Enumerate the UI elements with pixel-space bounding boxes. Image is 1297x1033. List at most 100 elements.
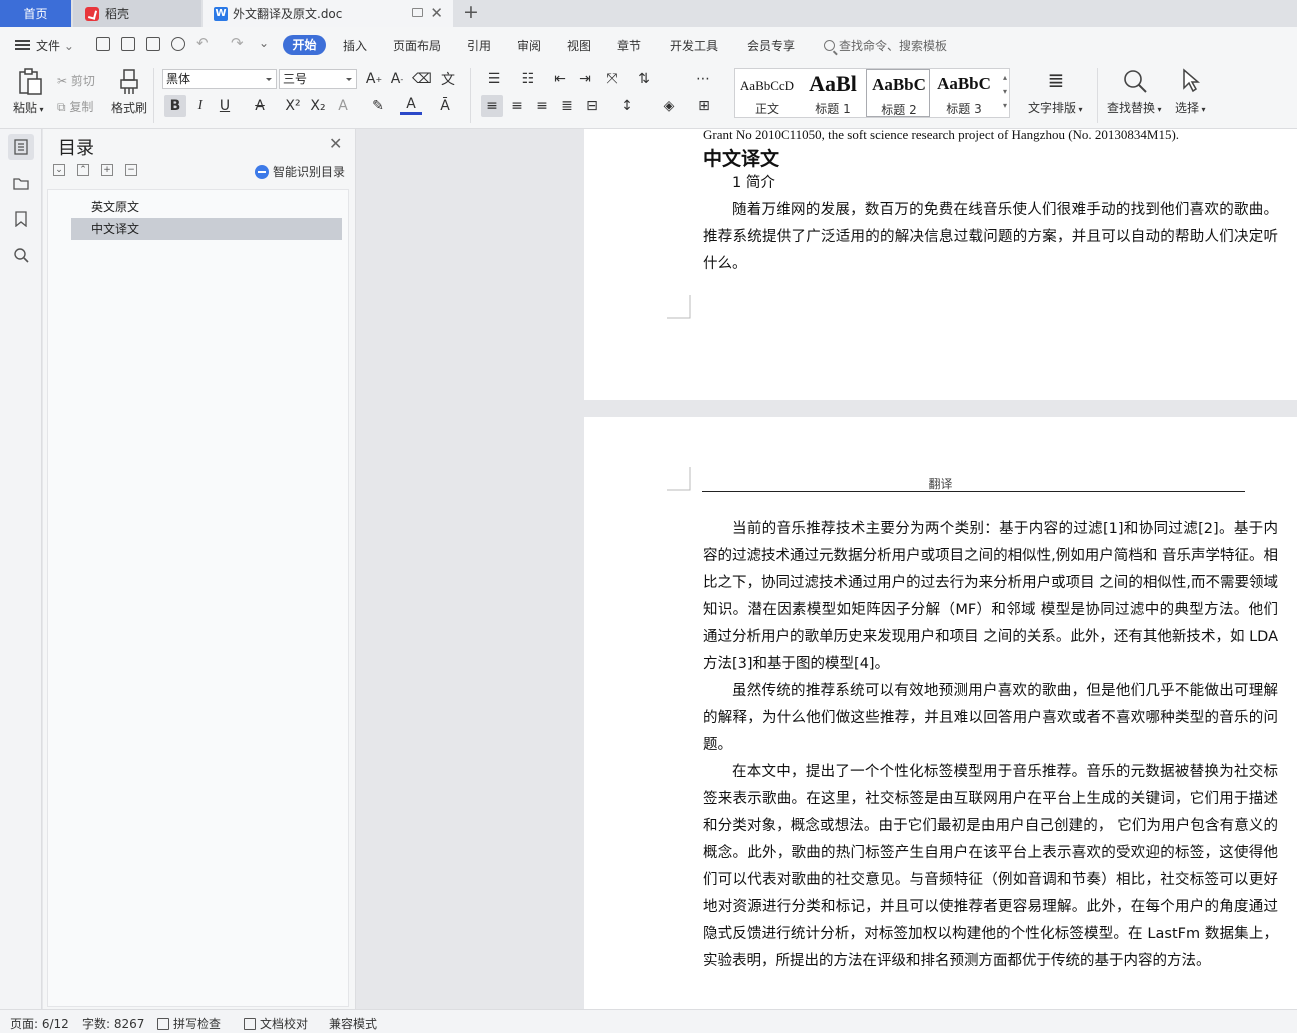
underline-button[interactable]: U [214, 95, 236, 117]
bookmark-panel-button[interactable] [8, 206, 34, 232]
redo-icon[interactable]: ↷ [231, 34, 244, 52]
font-color-icon[interactable]: A [400, 95, 422, 115]
align-right-button[interactable]: ≡ [531, 95, 553, 117]
export-pdf-icon[interactable] [121, 37, 135, 51]
font-size-select[interactable]: 三号 [279, 69, 357, 89]
text-direction-icon[interactable]: ⇅ [633, 68, 655, 90]
find-replace-button[interactable]: 查找替换 ▾ [1107, 99, 1162, 116]
show-marks-icon[interactable]: ⋯ [692, 68, 714, 90]
menu-view[interactable]: 视图 [567, 37, 591, 54]
document-page-1: Grant No 2010C11050, the soft science re… [584, 129, 1297, 400]
doc-proofread-button[interactable]: 文档校对 [244, 1015, 308, 1032]
remove-item-icon[interactable]: − [125, 164, 137, 176]
italic-button[interactable]: I [189, 95, 211, 117]
add-item-icon[interactable]: + [101, 164, 113, 176]
font-name-select[interactable]: 黑体 [162, 69, 277, 89]
style-normal[interactable]: AaBbCcD 正文 [735, 69, 799, 117]
menu-review[interactable]: 审阅 [517, 37, 541, 54]
spell-check-label: 拼写检查 [173, 1017, 222, 1031]
new-tab-button[interactable]: + [460, 1, 482, 25]
command-search[interactable]: 查找命令、搜索模板 [824, 37, 947, 54]
hamburger-menu-icon[interactable] [15, 40, 30, 50]
copy-button[interactable]: ⧉ 复制 [57, 98, 93, 115]
format-painter-button[interactable]: 格式刷 [111, 99, 147, 116]
close-icon[interactable]: ✕ [329, 134, 342, 153]
tab-document[interactable]: W 外文翻译及原文.doc ✕ [203, 0, 453, 27]
print-icon[interactable] [146, 37, 160, 51]
spell-check-button[interactable]: 拼写检查 [157, 1015, 221, 1032]
format-painter-icon[interactable] [117, 68, 141, 96]
select-button[interactable]: 选择 ▾ [1175, 99, 1206, 116]
cut-button[interactable]: ✂ 剪切 [57, 72, 95, 89]
style-heading-3[interactable]: AaBbC 标题 3 [932, 69, 996, 117]
increase-font-icon[interactable]: A + [363, 68, 385, 90]
style-sample-heading-2: AaBbC [872, 75, 926, 94]
menu-chapter[interactable]: 章节 [617, 37, 641, 54]
phonetic-guide-icon[interactable]: 文 [437, 68, 459, 90]
menu-references[interactable]: 引用 [467, 37, 491, 54]
smart-toc-label: 智能识别目录 [273, 165, 346, 179]
undo-icon[interactable]: ↶ [196, 34, 209, 52]
monitor-icon[interactable] [412, 8, 423, 17]
style-scroll-icon[interactable]: ▴ ▾ ▾ [1003, 71, 1007, 113]
menu-file[interactable]: 文件 ⌄ [36, 37, 74, 54]
menu-membership[interactable]: 会员专享 [747, 37, 795, 54]
toc-item-english[interactable]: 英文原文 [71, 196, 342, 218]
menu-insert[interactable]: 插入 [343, 37, 367, 54]
close-tab-icon[interactable]: ✕ [430, 4, 443, 22]
align-center-button[interactable]: ≡ [506, 95, 528, 117]
chapter-panel-button[interactable] [8, 170, 34, 196]
char-border-icon[interactable]: Ā [434, 95, 456, 117]
justify-button[interactable]: ≣ [556, 95, 578, 117]
tab-docer[interactable]: 稻壳 [73, 0, 201, 27]
bullet-list-icon[interactable]: ☰ [483, 68, 505, 90]
page-count[interactable]: 页面: 6/12 [10, 1015, 69, 1032]
search-panel-button[interactable] [8, 242, 34, 268]
chinese-layout-icon[interactable]: ⤧ [601, 68, 623, 90]
highlight-icon[interactable]: ✎ [367, 95, 389, 117]
text-layout-button[interactable]: 文字排版 ▾ [1028, 99, 1083, 116]
bold-button[interactable]: B [164, 95, 186, 117]
tab-home[interactable]: 首页 [0, 0, 71, 27]
tab-home-label: 首页 [23, 7, 48, 21]
clear-format-icon[interactable]: ⌫ [411, 68, 433, 90]
smart-toc-button[interactable]: 智能识别目录 [255, 163, 345, 180]
page-header-text: 翻译 [928, 477, 953, 491]
save-icon[interactable] [96, 37, 110, 51]
align-left-button[interactable]: ≡ [481, 95, 503, 117]
decrease-indent-icon[interactable]: ⇤ [549, 68, 571, 90]
word-count[interactable]: 字数: 8267 [82, 1015, 144, 1032]
docer-logo-icon [85, 6, 99, 21]
distributed-align-button[interactable]: ⊟ [581, 95, 603, 117]
style-heading-1[interactable]: AaBl 标题 1 [801, 69, 865, 117]
style-name-heading-3: 标题 3 [946, 102, 982, 116]
strikethrough-button[interactable]: A [249, 95, 271, 117]
toc-title: 目录 [58, 138, 94, 159]
expand-up-icon[interactable]: ⌃ [77, 164, 89, 176]
borders-icon[interactable]: ⊞ [693, 95, 715, 117]
decrease-font-icon[interactable]: A- [386, 68, 408, 90]
document-canvas[interactable]: ▤ ▾ Grant No 2010C11050, the soft scienc… [357, 129, 1297, 1009]
paragraph-intro: 随着万维网的发展，数百万的免费在线音乐使人们很难手动的找到他们喜欢的歌曲。推荐系… [703, 202, 1278, 272]
text-effect-icon[interactable]: A [332, 95, 354, 117]
subscript-button[interactable]: X₂ [307, 95, 329, 117]
paste-button[interactable]: 粘贴 ▾ [13, 99, 44, 116]
menu-developer[interactable]: 开发工具 [670, 37, 718, 54]
paste-icon[interactable] [17, 68, 43, 96]
command-search-placeholder: 查找命令、搜索模板 [839, 39, 948, 53]
collapse-all-icon[interactable]: ⌄ [53, 164, 65, 176]
line-spacing-icon[interactable]: ↕ [616, 95, 638, 117]
proofread-icon [244, 1017, 256, 1030]
increase-indent-icon[interactable]: ⇥ [574, 68, 596, 90]
toc-item-chinese[interactable]: 中文译文 [71, 218, 342, 240]
quick-access-dropdown-icon[interactable]: ⌄ [259, 36, 269, 50]
menu-home-tab[interactable]: 开始 [283, 35, 326, 55]
superscript-button[interactable]: X² [282, 95, 304, 117]
numbered-list-icon[interactable]: ☷ [517, 68, 539, 90]
menu-page-layout[interactable]: 页面布局 [393, 37, 441, 54]
style-heading-2[interactable]: AaBbC 标题 2 [866, 69, 930, 117]
print-preview-icon[interactable] [171, 37, 185, 51]
shading-icon[interactable]: ◈ [658, 95, 680, 117]
toc-panel-button[interactable] [8, 134, 34, 160]
heading-chinese-translation: 中文译文 [703, 148, 780, 170]
